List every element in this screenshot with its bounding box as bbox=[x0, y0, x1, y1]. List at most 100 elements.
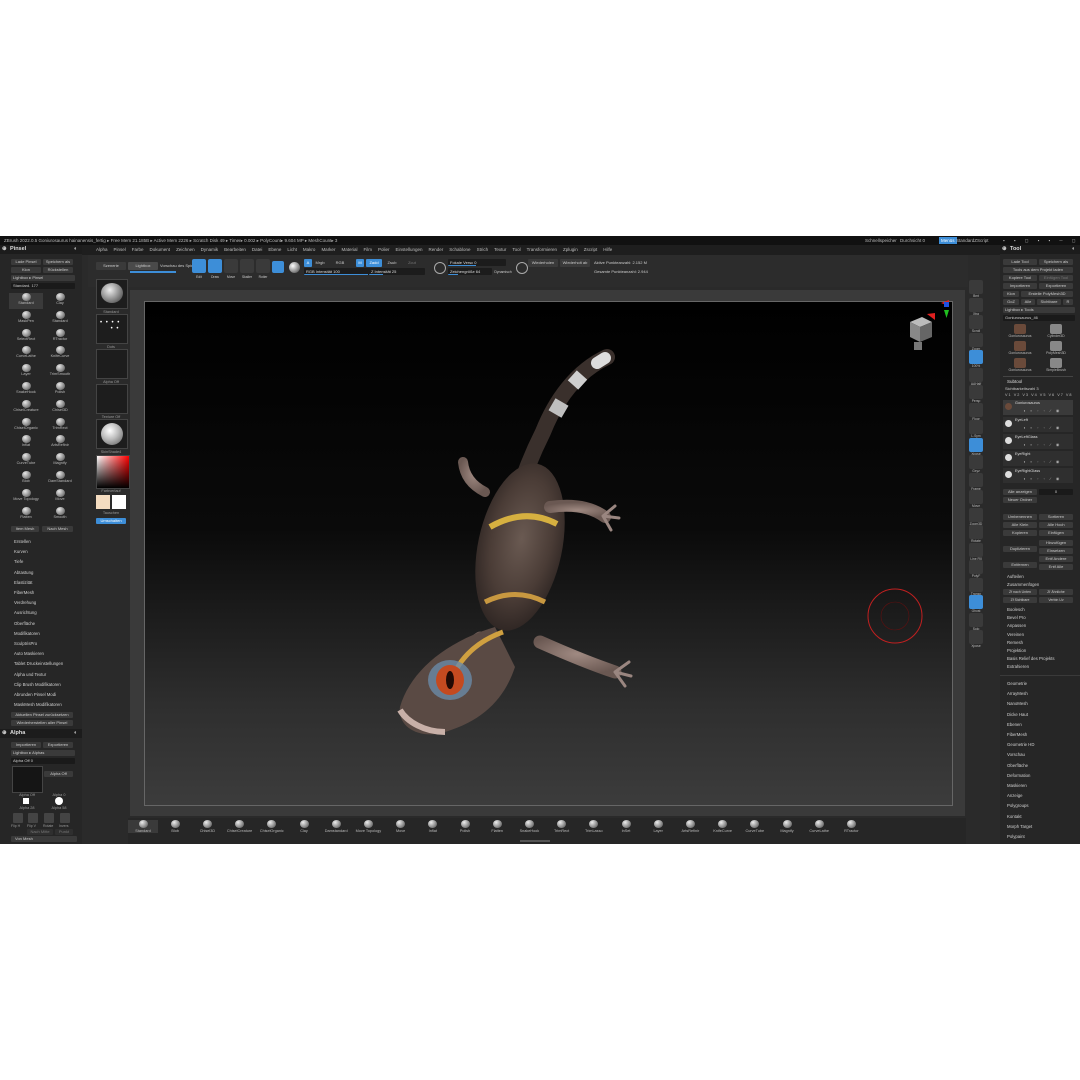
navigation-cube[interactable] bbox=[905, 312, 943, 352]
brush-section-15[interactable]: Abrunden Pinsel Modi bbox=[14, 692, 56, 697]
brush-section-4[interactable]: Elastizität bbox=[14, 580, 32, 585]
bottom-scroll-handle[interactable] bbox=[520, 840, 550, 842]
bottom-brush-standard[interactable]: Standard bbox=[128, 820, 158, 833]
menu-item-marker[interactable]: Marker bbox=[321, 247, 335, 252]
tool-section-nanomesh[interactable]: NanoMesh bbox=[1007, 701, 1028, 706]
from-mesh-button[interactable]: Von Mesh bbox=[11, 836, 77, 842]
bottom-brush-inflat[interactable]: Inflat bbox=[418, 820, 448, 833]
tool-subsection-6[interactable]: Basis Relief des Projekts bbox=[1007, 656, 1055, 661]
bottom-brush-move[interactable]: Move bbox=[386, 820, 416, 833]
subtool-header[interactable]: Subtool bbox=[1007, 379, 1022, 384]
tool-section-oberfläche[interactable]: Oberfläche bbox=[1007, 763, 1028, 768]
z-intensity-slider[interactable]: Z Intensität 25 bbox=[369, 268, 425, 275]
brush-selectrect[interactable]: SelectRect bbox=[9, 328, 43, 345]
bottom-brush-curvetube[interactable]: CurveTube bbox=[740, 820, 770, 833]
bottom-brush-flatten[interactable]: Flatten bbox=[482, 820, 512, 833]
brush-blob[interactable]: Blob bbox=[9, 471, 43, 487]
replay-last-button[interactable]: Wiederholen bbox=[528, 259, 558, 267]
nach-mesh-button[interactable]: Nach Mesh bbox=[42, 526, 73, 532]
menu-item-zplugin[interactable]: Zplugin bbox=[563, 247, 578, 252]
menu-item-datei[interactable]: Datei bbox=[252, 247, 263, 252]
brush-polish[interactable]: Polish bbox=[43, 382, 77, 398]
goz-all-button[interactable]: Alle bbox=[1021, 299, 1035, 305]
brush-standard[interactable]: Standard bbox=[9, 293, 43, 309]
menu-item-transformieren[interactable]: Transformieren bbox=[527, 247, 557, 252]
tool-subsection-1[interactable]: Bevel Pro bbox=[1007, 615, 1026, 620]
brush-section-7[interactable]: Ausrichtung bbox=[14, 610, 37, 615]
merge-visible-button[interactable]: Zf Sichtbare bbox=[1003, 597, 1037, 603]
tab-scene[interactable]: Szenerie bbox=[96, 262, 126, 270]
tool-section-ebenen[interactable]: Ebenen bbox=[1007, 722, 1022, 727]
document-canvas[interactable] bbox=[144, 301, 953, 806]
brush-standard[interactable]: Standard bbox=[43, 310, 77, 327]
tool-subsection-4[interactable]: Remesh bbox=[1007, 640, 1023, 645]
all-high-button[interactable]: Alle Hoch bbox=[1039, 522, 1073, 528]
subdiv-level-row[interactable]: V1 V2 V3 V4 V5 V6 V7 V8 bbox=[1005, 393, 1073, 397]
tool-section-kontakt[interactable]: Kontakt bbox=[1007, 814, 1022, 819]
save-tool-button[interactable]: Speichern als bbox=[1039, 259, 1073, 265]
current-brush-tile[interactable] bbox=[96, 279, 128, 309]
brush-section-6[interactable]: Verdrehung bbox=[14, 600, 36, 605]
new-folder-button[interactable]: Neuer Ordner bbox=[1003, 497, 1037, 503]
brush-section-2[interactable]: Tiefe bbox=[14, 559, 23, 564]
bottom-brush-damstandard[interactable]: Damstandard bbox=[321, 820, 351, 833]
shelf-l-sym-icon[interactable] bbox=[969, 420, 983, 434]
orientation-cube-icon[interactable] bbox=[905, 312, 943, 352]
zadd-button[interactable]: Zadd bbox=[366, 259, 382, 267]
tool-thumb-3[interactable]: PolyMesh3D bbox=[1039, 341, 1073, 357]
delete-button[interactable]: Entfernen bbox=[1003, 562, 1037, 568]
shelf-transp-icon[interactable] bbox=[969, 577, 983, 592]
alpha-palette-header[interactable]: ⊕ Alpha ◐ bbox=[0, 729, 82, 738]
brush-move[interactable]: Move bbox=[43, 488, 77, 505]
menu-item-render[interactable]: Render bbox=[429, 247, 444, 252]
bottom-brush-knifecurve[interactable]: KnifeCurve bbox=[708, 820, 738, 833]
brush-curvelathe[interactable]: CurveLathe bbox=[9, 346, 43, 362]
tool-section-fibermesh[interactable]: FiberMesh bbox=[1007, 732, 1027, 737]
alpha-export-button[interactable]: Exportieren bbox=[43, 742, 73, 748]
brush-layer[interactable]: Layer bbox=[9, 364, 43, 380]
shelf-zoom3d-icon[interactable] bbox=[969, 507, 983, 522]
tool-thumb-5[interactable]: SimpleBrush bbox=[1039, 358, 1073, 374]
current-tool-slider[interactable]: Goniurosaurus_46 bbox=[1003, 315, 1075, 321]
menu-item-strich[interactable]: Strich bbox=[477, 247, 489, 252]
shelf-scroll-icon[interactable] bbox=[969, 315, 983, 329]
restore-all-brushes-button[interactable]: Wiederherstellen aller Pinsel bbox=[11, 720, 73, 726]
brush-artsrefinir[interactable]: ArtsRefinir bbox=[43, 435, 77, 451]
reset-current-brush-button[interactable]: Aktuellen Pinsel zurücksetzen bbox=[11, 712, 73, 718]
paste-subtool-button[interactable]: Einfügen bbox=[1039, 530, 1073, 536]
alpha-tile[interactable] bbox=[96, 349, 128, 379]
bottom-brush-trimrect[interactable]: TrimRect bbox=[547, 820, 577, 833]
clone-tool-button[interactable]: Klon bbox=[1003, 291, 1019, 297]
shelf-polyf-icon[interactable] bbox=[969, 560, 983, 574]
menu-item-farbe[interactable]: Farbe bbox=[132, 247, 144, 252]
tab-lightbox[interactable]: Lightbox bbox=[128, 262, 158, 270]
copy-tool-button[interactable]: Kopiere Tool bbox=[1003, 275, 1037, 281]
tool-section-morph-target[interactable]: Morph Target bbox=[1007, 824, 1032, 829]
flip-v-icon[interactable] bbox=[28, 813, 38, 823]
shelf-100--icon[interactable] bbox=[969, 350, 983, 364]
alpha-58-thumb[interactable] bbox=[55, 797, 63, 805]
zcut-button[interactable]: Zcut bbox=[406, 259, 418, 267]
bottom-brush-curvelathe[interactable]: CurveLathe bbox=[804, 820, 834, 833]
merge-down-button[interactable]: Zf nach Unten bbox=[1003, 589, 1037, 595]
reset-brush-button[interactable]: Rückstellen bbox=[43, 267, 73, 273]
shelf-zoom-icon[interactable] bbox=[969, 332, 983, 347]
alpha-import-button[interactable]: Importieren bbox=[11, 742, 41, 748]
brush-clay[interactable]: Clay bbox=[43, 293, 77, 309]
menu-item-schablone[interactable]: Schablone bbox=[449, 247, 470, 252]
load-project-tools-button[interactable]: Tools aus dem Projekt laden bbox=[1003, 267, 1073, 273]
tool-subsection-3[interactable]: Vereinen bbox=[1007, 632, 1024, 637]
tool-section-geometrie[interactable]: Geometrie bbox=[1007, 681, 1027, 686]
subtool-toggles-icon[interactable]: ◑ ▪ ◦ ◦ ⁄ ◉ bbox=[1023, 425, 1061, 430]
palette-options-icon[interactable]: ◐ bbox=[74, 245, 77, 254]
draw-icon[interactable] bbox=[208, 259, 222, 273]
tool-lightbox-button[interactable]: Lightbox ▸ Tools bbox=[1003, 307, 1075, 313]
brush-section-8[interactable]: Oberfläche bbox=[14, 621, 35, 626]
bottom-brush-magnify[interactable]: Magnify bbox=[772, 820, 802, 833]
alternate-button[interactable]: Umschalten bbox=[96, 518, 126, 524]
bottom-brush-layer[interactable]: Layer bbox=[643, 820, 673, 833]
brush-section-5[interactable]: FiberMesh bbox=[14, 590, 34, 595]
focal-shift-slider[interactable]: Fokale Versc 0 bbox=[448, 259, 506, 266]
subtool-toggles-icon[interactable]: ◑ ▪ ◦ ◦ ⁄ ◉ bbox=[1023, 442, 1061, 447]
texture-tile[interactable] bbox=[96, 384, 128, 414]
